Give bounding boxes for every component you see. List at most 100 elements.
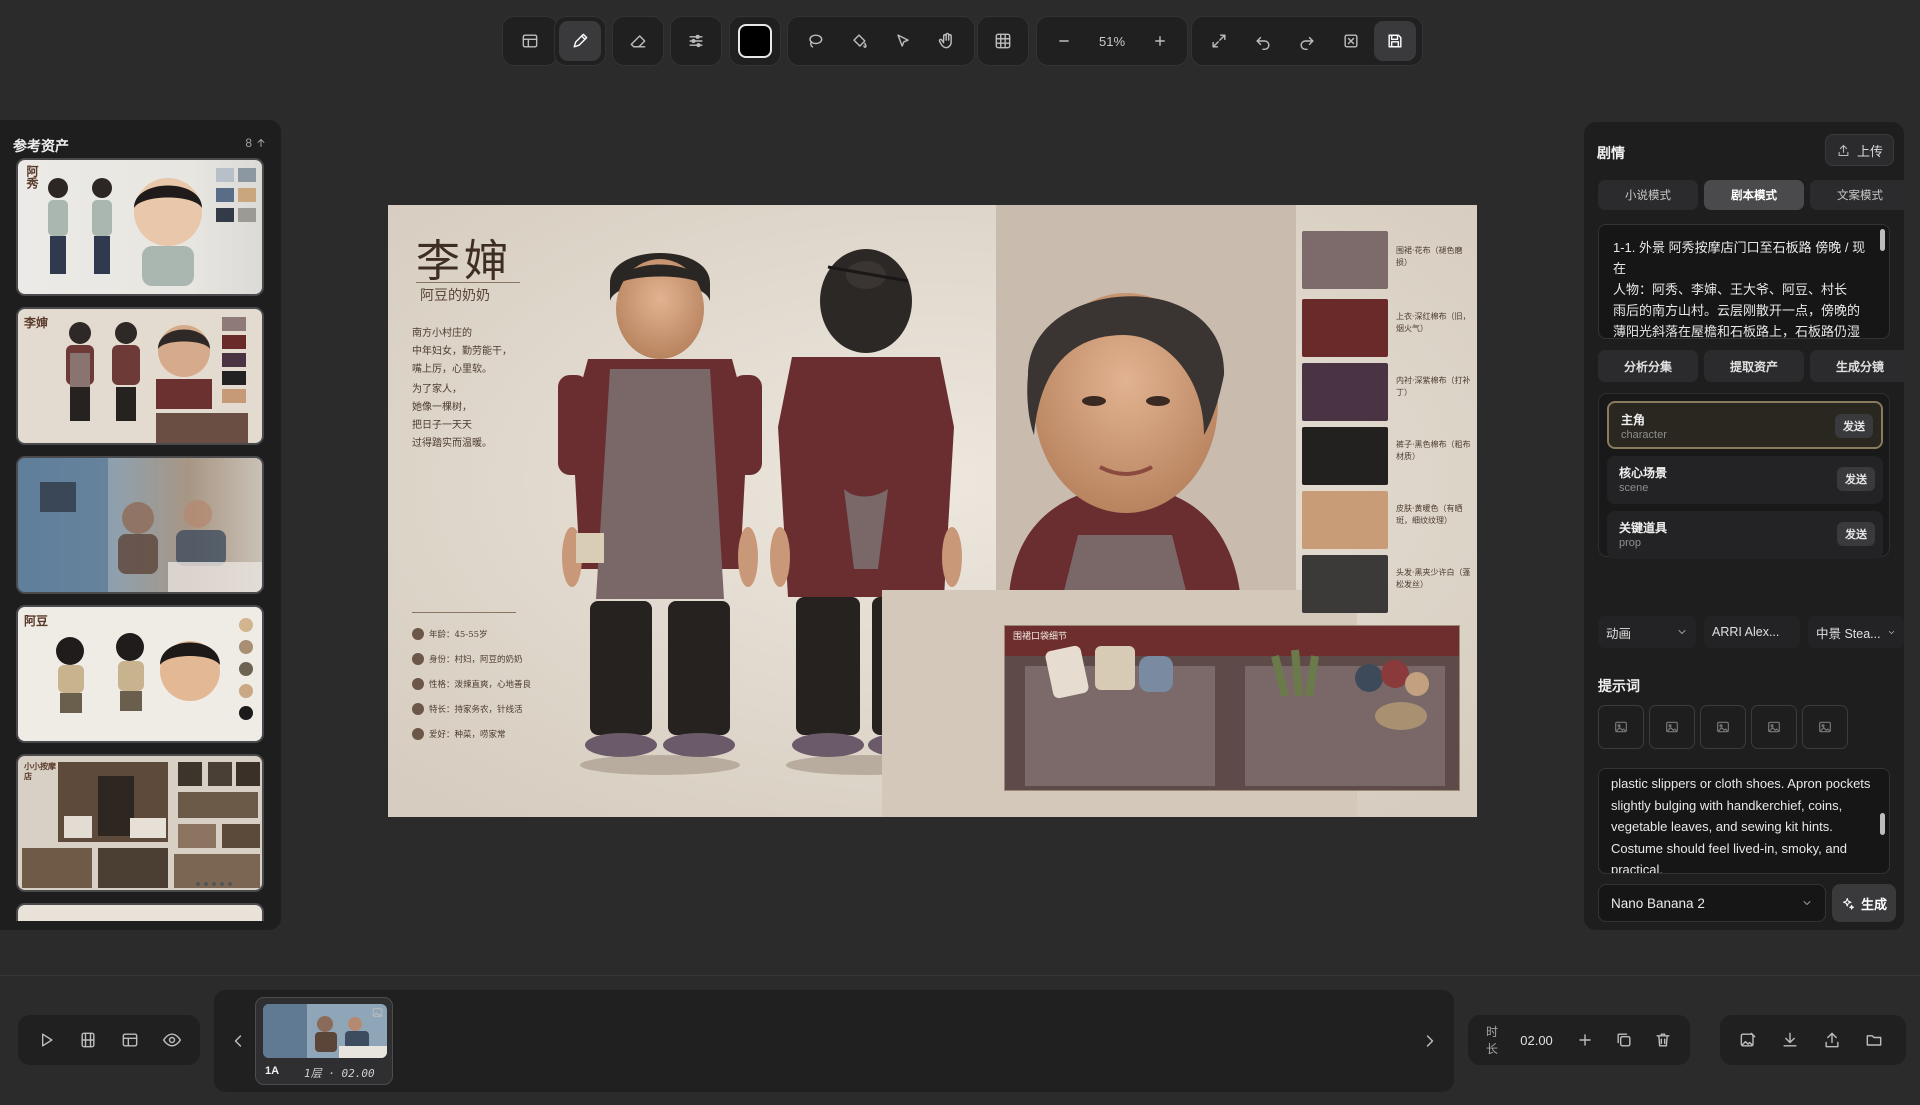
swatch-note: 皮肤·黄暖色（有晒斑，细纹纹理）: [1396, 504, 1463, 525]
camera-value: ARRI Alex...: [1712, 625, 1780, 639]
attribute-text: 年龄：45-55岁: [429, 630, 488, 640]
fabric-swatch-lining: [1302, 363, 1388, 421]
adjust-tool-button[interactable]: [675, 21, 717, 61]
reference-image-slot-2[interactable]: [1649, 705, 1695, 749]
filmstrip-button[interactable]: [68, 1020, 108, 1060]
swatch-note: 头发·黑夹少许白（蓬松发丝）: [1396, 568, 1471, 589]
attribute-skills: 特长：持家务农，针线活: [412, 703, 523, 715]
reference-image-slot-3[interactable]: [1700, 705, 1746, 749]
asset-card-lishen[interactable]: 李婶: [16, 307, 264, 445]
add-frame-button[interactable]: [1567, 1020, 1604, 1060]
select-icon: [897, 34, 909, 47]
redo-button[interactable]: [1286, 21, 1328, 61]
pen-tool-button[interactable]: [559, 21, 601, 61]
age-icon: [412, 628, 424, 640]
attribute-text: 身份：村妇，阿豆的奶奶: [429, 655, 523, 665]
asset-card-partial[interactable]: [16, 903, 264, 921]
timeline-prev-button[interactable]: [218, 1021, 258, 1061]
attribute-age: 年龄：45-55岁: [412, 628, 488, 640]
reference-image-slot-5[interactable]: [1802, 705, 1848, 749]
layout-tool-button[interactable]: [509, 21, 551, 61]
share-button[interactable]: [1812, 1020, 1852, 1060]
script-scrollbar[interactable]: [1880, 229, 1885, 251]
zoom-in-button[interactable]: [1139, 21, 1181, 61]
toolbar-group-3: [612, 16, 664, 66]
poem-line: 嘴上厉，心里软。: [412, 364, 492, 375]
poem-line: 中年妇女，勤劳能干，: [412, 346, 512, 357]
poem-block-1: 南方小村庄的 中年妇女，勤劳能干， 嘴上厉，心里软。: [412, 325, 542, 379]
layout-view-button[interactable]: [110, 1020, 150, 1060]
analyze-episodes-button[interactable]: 分析分集: [1598, 350, 1698, 382]
asset-card-massage-shop[interactable]: 小小按摩店: [16, 754, 264, 892]
asset-card-adou[interactable]: 阿豆: [16, 605, 264, 743]
model-value: Nano Banana 2: [1611, 895, 1705, 911]
duplicate-frame-button[interactable]: [1606, 1020, 1643, 1060]
reference-image-slot-1[interactable]: [1598, 705, 1644, 749]
toolbar-group-4: [670, 16, 722, 66]
attribute-hobby: 爱好：种菜，唠家常: [412, 728, 506, 740]
undo-button[interactable]: [1242, 21, 1284, 61]
eraser-tool-button[interactable]: [617, 21, 659, 61]
poem-line: 把日子一天天: [412, 420, 472, 431]
generate-button[interactable]: 生成: [1832, 884, 1896, 922]
type-subtitle: scene: [1619, 482, 1649, 494]
export-image-button[interactable]: [1728, 1020, 1768, 1060]
tab-script-mode[interactable]: 剧本模式: [1704, 180, 1804, 210]
delete-frame-button[interactable]: [1645, 1020, 1682, 1060]
clear-canvas-button[interactable]: [1330, 21, 1372, 61]
assets-count-value: 8: [245, 136, 252, 150]
download-button[interactable]: [1770, 1020, 1810, 1060]
prompt-scrollbar[interactable]: [1880, 813, 1885, 835]
lasso-icon: [809, 34, 823, 48]
fill-tool-button[interactable]: [838, 21, 880, 61]
preview-button[interactable]: [152, 1020, 192, 1060]
model-select[interactable]: Nano Banana 2: [1598, 884, 1826, 922]
lasso-tool-button[interactable]: [794, 21, 836, 61]
script-textarea[interactable]: 1-1. 外景 阿秀按摩店门口至石板路 傍晚 / 现在 人物：阿秀、李婶、王大爷…: [1598, 224, 1890, 339]
assets-count[interactable]: 8: [245, 136, 267, 150]
shot-dropdown[interactable]: 中景 Stea...: [1808, 616, 1904, 648]
color-picker-button[interactable]: [734, 21, 776, 61]
prompt-textarea[interactable]: plastic slippers or cloth shoes. Apron p…: [1598, 768, 1890, 874]
tab-copywriting-mode[interactable]: 文案模式: [1810, 180, 1910, 210]
fabric-swatch-apron: [1302, 231, 1388, 289]
save-button[interactable]: [1374, 21, 1416, 61]
duration-value[interactable]: 02.00: [1520, 1033, 1553, 1048]
type-item-prop[interactable]: 关键道具 prop 发送: [1607, 511, 1883, 559]
send-scene-button[interactable]: 发送: [1837, 467, 1875, 491]
open-folder-button[interactable]: [1854, 1020, 1894, 1060]
character-name: 李婶: [416, 236, 512, 287]
play-button[interactable]: [26, 1020, 66, 1060]
timeline-frame-card[interactable]: 1A 1层 · 02.00: [255, 997, 393, 1085]
reference-image-slot-4[interactable]: [1751, 705, 1797, 749]
tab-novel-mode[interactable]: 小说模式: [1598, 180, 1698, 210]
fullscreen-button[interactable]: [1198, 21, 1240, 61]
select-tool-button[interactable]: [882, 21, 924, 61]
identity-icon: [412, 653, 424, 665]
asset-card-scene-street[interactable]: [16, 456, 264, 594]
type-item-character[interactable]: 主角 character 发送: [1607, 401, 1883, 449]
poem-line: 南方小村庄的: [412, 328, 472, 339]
image-edit-icon: [1740, 1032, 1756, 1047]
send-prop-button[interactable]: 发送: [1837, 522, 1875, 546]
type-subtitle: prop: [1619, 537, 1642, 549]
film-icon: [81, 1032, 95, 1048]
script-line: 薄阳光斜落在屋檐和石板路上，石板路仍湿: [1613, 324, 1861, 339]
grid-tool-button[interactable]: [982, 21, 1024, 61]
type-item-scene[interactable]: 核心场景 scene 发送: [1607, 456, 1883, 504]
send-character-button[interactable]: 发送: [1835, 414, 1873, 438]
asset-thumb-adou: [56, 618, 253, 720]
hand-tool-button[interactable]: [926, 21, 968, 61]
main-canvas[interactable]: 李婶 阿豆的奶奶 南方小村庄的 中年妇女，勤劳能干， 嘴上厉，心里软。 为了家人…: [388, 205, 1477, 817]
generate-storyboard-button[interactable]: 生成分镜: [1810, 350, 1910, 382]
timeline-next-button[interactable]: [1410, 1021, 1450, 1061]
attribute-personality: 性格：泼辣直爽，心地善良: [412, 678, 531, 690]
upload-button[interactable]: 上传: [1824, 134, 1894, 166]
asset-thumb-axiu: [48, 168, 256, 286]
upload-icon: [1825, 1032, 1839, 1048]
camera-dropdown[interactable]: ARRI Alex...: [1704, 616, 1800, 648]
extract-assets-button[interactable]: 提取资产: [1704, 350, 1804, 382]
asset-card-axiu[interactable]: 阿秀: [16, 158, 264, 296]
zoom-out-button[interactable]: [1043, 21, 1085, 61]
style-dropdown[interactable]: 动画: [1598, 616, 1696, 648]
